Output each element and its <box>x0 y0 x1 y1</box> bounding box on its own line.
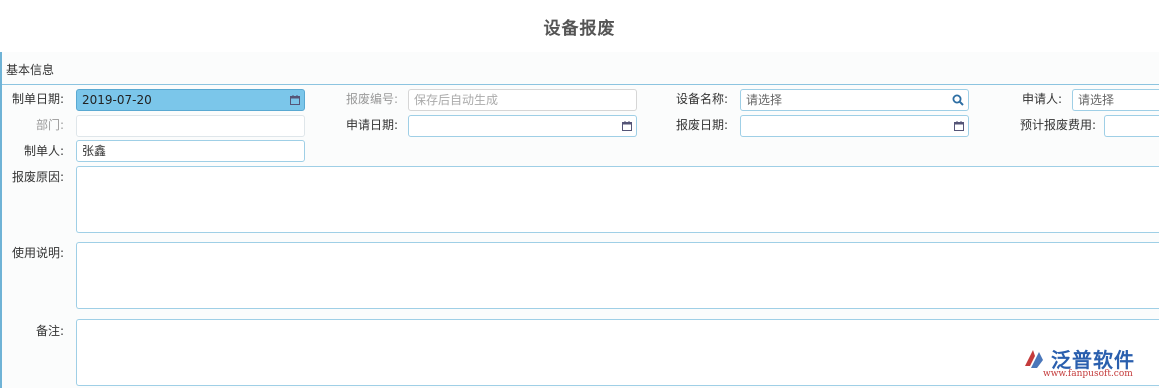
made-date-value: 2019-07-20 <box>82 93 152 107</box>
calendar-icon[interactable] <box>290 95 300 105</box>
scrap-date-field[interactable] <box>740 115 969 137</box>
device-name-placeholder: 请选择 <box>746 93 783 107</box>
scrap-no-field: 保存后自动生成 <box>408 89 637 111</box>
search-icon[interactable] <box>952 94 964 106</box>
remark-label: 备注: <box>35 324 64 338</box>
reason-label: 报废原因: <box>11 170 64 184</box>
remark-textarea[interactable] <box>76 319 1159 386</box>
usage-label: 使用说明: <box>11 246 64 260</box>
est-cost-label: 预计报废费用: <box>1019 118 1096 132</box>
department-field[interactable] <box>76 115 305 137</box>
applicant-placeholder: 请选择 <box>1078 93 1115 107</box>
apply-date-label: 申请日期: <box>345 118 398 132</box>
maker-value: 张鑫 <box>82 144 107 158</box>
section-title: 基本信息 <box>6 63 55 77</box>
calendar-icon[interactable] <box>954 121 964 131</box>
watermark-url: www.fanpusoft.com <box>1043 369 1133 379</box>
section-header: 基本信息 <box>2 52 1159 85</box>
scrap-date-label: 报废日期: <box>675 118 728 132</box>
basic-info-panel: 基本信息 制单日期: 2019-07-20 报废编号: 保存后自动生成 设备名称… <box>0 52 1159 388</box>
maker-label: 制单人: <box>23 144 64 158</box>
device-name-select[interactable]: 请选择 <box>740 89 969 111</box>
scrap-no-placeholder: 保存后自动生成 <box>414 93 499 107</box>
watermark-logo: 泛普软件 www.fanpusoft.com <box>1017 344 1149 380</box>
calendar-icon[interactable] <box>622 121 632 131</box>
reason-textarea[interactable] <box>76 166 1159 233</box>
device-name-label: 设备名称: <box>675 92 728 106</box>
department-label: 部门: <box>35 118 64 132</box>
made-date-field[interactable]: 2019-07-20 <box>76 89 305 111</box>
maker-field[interactable]: 张鑫 <box>76 140 305 162</box>
made-date-label: 制单日期: <box>11 92 64 106</box>
applicant-label: 申请人: <box>1021 92 1062 106</box>
usage-textarea[interactable] <box>76 242 1159 309</box>
applicant-select[interactable]: 请选择 <box>1072 89 1159 111</box>
scrap-no-label: 报废编号: <box>345 92 398 106</box>
apply-date-field[interactable] <box>408 115 637 137</box>
est-cost-field[interactable] <box>1104 115 1159 137</box>
page-title: 设备报废 <box>543 19 616 39</box>
